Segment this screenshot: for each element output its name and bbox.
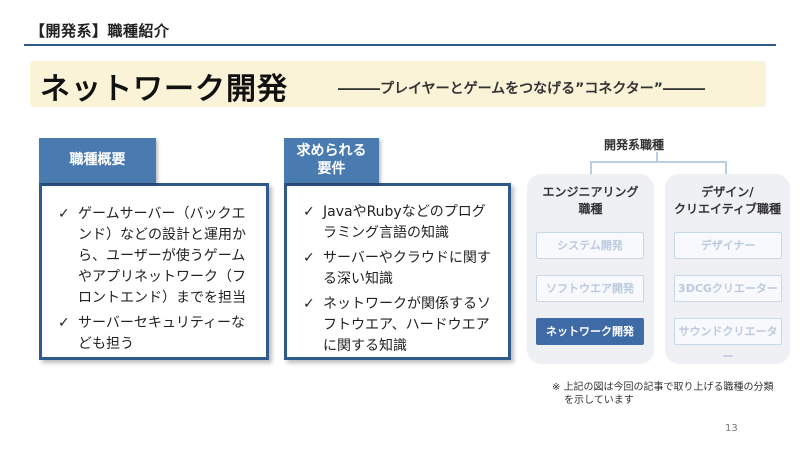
requirement-item: ✓ ネットワークが関係するソフトウエア、ハードウエアに関する知識 [303, 296, 491, 354]
role-system-development: システム開発 [536, 232, 644, 259]
overview-list: ✓ ゲームサーバー（バックエンド）などの設計と運用から、ユーザーが使うゲームやアプ… [56, 204, 256, 355]
role-software-development: ソフトウエア開発 [536, 275, 644, 302]
check-icon: ✓ [303, 250, 315, 266]
role-sound-creator: サウンドクリエーター [674, 318, 782, 363]
page-number: 13 [725, 423, 738, 434]
check-icon: ✓ [303, 204, 315, 220]
overview-card: ✓ ゲームサーバー（バックエンド）などの設計と運用から、ユーザーが使うゲームやアプ… [39, 183, 269, 360]
requirements-card: ✓ JavaやRubyなどのプログラミング言語の知識 ✓ サーバーやクラウドに関する… [284, 183, 511, 360]
requirements-tab: 求められる 要件 [284, 138, 379, 183]
requirement-item: ✓ サーバーやクラウドに関する深い知識 [303, 250, 491, 287]
overview-item: ✓ サーバーセキュリティーなども担う [58, 315, 246, 352]
page-subtitle: ―――プレイヤーとゲームをつなげる”コネクター”――― [338, 81, 706, 97]
section-label: 【開発系】職種紹介 [30, 22, 170, 40]
page-title: ネットワーク開発 [40, 72, 288, 107]
header-divider [24, 44, 776, 46]
requirements-list: ✓ JavaやRubyなどのプログラミング言語の知識 ✓ サーバーやクラウドに関する… [301, 202, 498, 357]
overview-item: ✓ ゲームサーバー（バックエンド）などの設計と運用から、ユーザーが使うゲームやアプ… [58, 206, 246, 306]
role-designer: デザイナー [674, 232, 782, 259]
tree-connector-right [725, 161, 727, 175]
check-icon: ✓ [303, 296, 315, 312]
diagram-title: 開発系職種 [604, 138, 665, 152]
footnote: ※ 上記の図は今回の記事で取り上げる職種の分類 を示しています [552, 382, 774, 406]
role-network-development: ネットワーク開発 [536, 318, 644, 345]
requirements-tab-line2: 要件 [317, 161, 346, 177]
check-icon: ✓ [58, 206, 70, 222]
tree-connector-bar [590, 161, 726, 163]
engineering-heading: エンジニアリング 職種 [542, 185, 639, 216]
tree-connector-left [590, 161, 592, 175]
creative-heading: デザイン/ クリエイティブ職種 [673, 185, 782, 216]
check-icon: ✓ [58, 315, 70, 331]
role-3dcg-creator: 3DCGクリエーター [674, 275, 782, 302]
requirements-tab-line1: 求められる [296, 143, 367, 159]
requirement-item: ✓ JavaやRubyなどのプログラミング言語の知識 [303, 204, 486, 241]
overview-tab: 職種概要 [39, 138, 156, 183]
